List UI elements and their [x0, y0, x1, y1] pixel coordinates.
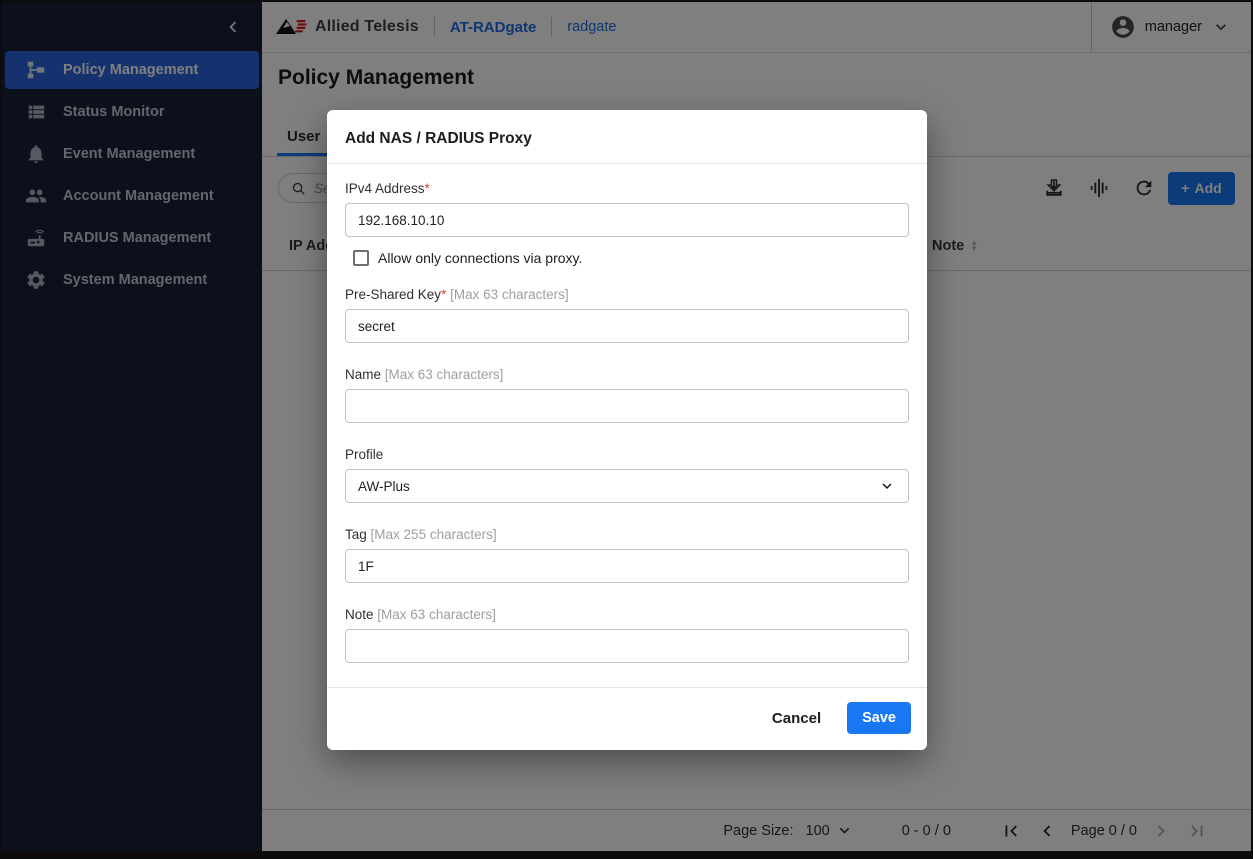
proxy-only-checkbox-row[interactable]: Allow only connections via proxy. [353, 250, 909, 266]
name-input[interactable] [345, 389, 909, 423]
checkbox-label: Allow only connections via proxy. [378, 250, 582, 266]
required-mark: * [441, 287, 446, 302]
field-tag: Tag [Max 255 characters] [345, 527, 909, 583]
field-label: Tag [Max 255 characters] [345, 527, 909, 542]
profile-select[interactable]: AW-Plus [345, 469, 909, 503]
field-label: Pre-Shared Key* [Max 63 characters] [345, 287, 909, 302]
ipv4-address-input[interactable] [345, 203, 909, 237]
cancel-button[interactable]: Cancel [756, 703, 837, 734]
field-label: Profile [345, 447, 909, 462]
add-nas-modal: Add NAS / RADIUS Proxy IPv4 Address* All… [327, 110, 927, 750]
profile-select-value: AW-Plus [358, 479, 410, 494]
field-hint: [Max 63 characters] [385, 367, 504, 382]
field-label: Name [Max 63 characters] [345, 367, 909, 382]
field-hint: [Max 255 characters] [371, 527, 497, 542]
pre-shared-key-input[interactable] [345, 309, 909, 343]
modal-footer: Cancel Save [327, 687, 927, 750]
modal-title: Add NAS / RADIUS Proxy [327, 110, 927, 164]
modal-body: IPv4 Address* Allow only connections via… [327, 164, 927, 663]
tag-input[interactable] [345, 549, 909, 583]
field-label: Note [Max 63 characters] [345, 607, 909, 622]
chevron-down-icon [878, 477, 896, 495]
required-mark: * [425, 181, 430, 196]
field-name: Name [Max 63 characters] [345, 367, 909, 423]
app-window: Policy Management Status Monitor Event M… [0, 0, 1253, 859]
save-button[interactable]: Save [847, 702, 911, 734]
field-pre-shared-key: Pre-Shared Key* [Max 63 characters] [345, 287, 909, 343]
field-label: IPv4 Address* [345, 181, 909, 196]
field-note: Note [Max 63 characters] [345, 607, 909, 663]
field-hint: [Max 63 characters] [377, 607, 496, 622]
note-input[interactable] [345, 629, 909, 663]
checkbox-unchecked-icon[interactable] [353, 250, 369, 266]
field-profile: Profile AW-Plus [345, 447, 909, 503]
field-hint: [Max 63 characters] [450, 287, 569, 302]
field-ipv4-address: IPv4 Address* [345, 181, 909, 237]
